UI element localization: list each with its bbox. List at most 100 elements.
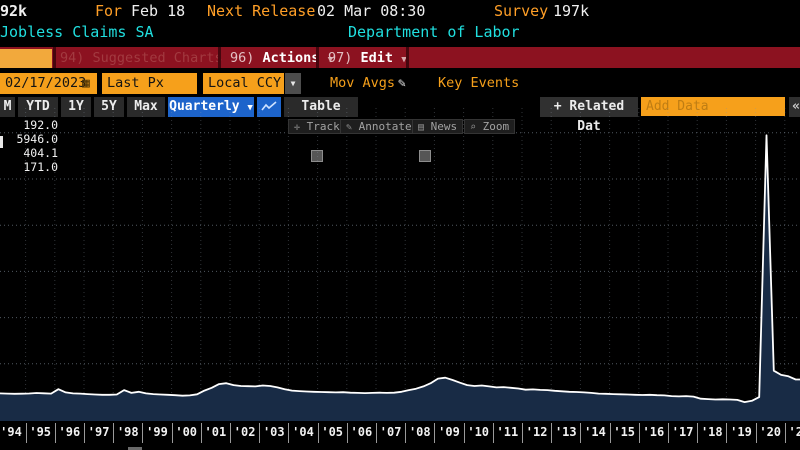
x-axis-separator <box>610 423 611 443</box>
x-axis-label: '06 <box>351 425 373 439</box>
x-axis-label: '15 <box>613 425 635 439</box>
survey-value: 197k <box>553 2 589 20</box>
x-axis-label: '18 <box>701 425 723 439</box>
key-events-label: Key Events <box>438 73 519 94</box>
stat-high: 5946.0 <box>0 132 58 146</box>
high-axis-marker <box>0 136 3 148</box>
jobless-claims-chart[interactable] <box>0 108 800 421</box>
menu-divider <box>218 47 221 68</box>
x-axis-label: '16 <box>643 425 665 439</box>
x-axis-separator <box>201 423 202 443</box>
x-axis-label: '14 <box>584 425 606 439</box>
x-axis-label: '11 <box>497 425 519 439</box>
x-axis-separator <box>785 423 786 443</box>
news-page-icon: ▤ <box>418 122 424 133</box>
date-value: 02/17/2023 <box>5 75 86 91</box>
date-input[interactable]: 02/17/2023 ▦ <box>0 73 97 94</box>
stat-last: 192.0 <box>0 118 58 132</box>
for-label: For <box>95 2 122 20</box>
header-row-2: Jobless Claims SA Department of Labor <box>0 23 800 43</box>
zoom-magnifier-icon: ⌕ <box>470 122 476 133</box>
calendar-icon[interactable]: ▦ <box>82 73 90 94</box>
track-crosshair-icon: ✛ <box>294 122 300 133</box>
x-axis-label: '08 <box>409 425 431 439</box>
price-field-value: Last Px <box>107 75 164 91</box>
zoom-button[interactable]: ⌕ Zoom <box>464 119 515 134</box>
track-button[interactable]: ✛ Track <box>288 119 346 134</box>
currency-dropdown-button[interactable]: ▼ <box>285 73 301 94</box>
news-button[interactable]: ▤ News <box>412 119 463 134</box>
actions-label: Actions <box>263 50 320 66</box>
currency-selector[interactable]: Local CCY <box>203 73 284 94</box>
x-axis-label: '10 <box>467 425 489 439</box>
x-axis-separator <box>580 423 581 443</box>
track-label: Track <box>307 120 340 133</box>
menu-divider <box>406 47 409 68</box>
x-axis-separator <box>55 423 56 443</box>
menu-divider <box>316 47 319 68</box>
x-axis-label: '95 <box>29 425 51 439</box>
x-axis-separator <box>697 423 698 443</box>
edit-menu[interactable]: 97) Edit ▼ <box>328 49 407 67</box>
x-axis-label: '19 <box>730 425 752 439</box>
x-axis-separator <box>142 423 143 443</box>
x-axis-label: '01 <box>205 425 227 439</box>
x-axis-separator <box>376 423 377 443</box>
edit-num: 97) <box>328 50 352 66</box>
line-series <box>0 135 800 402</box>
x-axis-separator <box>288 423 289 443</box>
x-axis-label: '02 <box>234 425 256 439</box>
x-axis-separator <box>522 423 523 443</box>
pencil-icon[interactable]: ✎ <box>398 73 406 94</box>
for-value: Feb 18 <box>131 2 185 20</box>
mov-avgs-label: Mov Avgs <box>330 73 395 94</box>
x-axis-separator <box>347 423 348 443</box>
x-axis-label: '09 <box>438 425 460 439</box>
x-axis-label: '12 <box>526 425 548 439</box>
x-axis-separator <box>464 423 465 443</box>
zoom-label: Zoom <box>483 120 510 133</box>
suggested-charts-menu[interactable]: 94) Suggested Charts <box>60 49 223 67</box>
annotate-button[interactable]: ✎ Annotate <box>340 119 418 134</box>
x-axis-label: '20 <box>759 425 781 439</box>
menu-divider <box>53 47 56 68</box>
x-axis-separator <box>84 423 85 443</box>
x-axis-separator <box>668 423 669 443</box>
x-axis-separator <box>493 423 494 443</box>
survey-label: Survey <box>494 2 548 20</box>
news-label: News <box>431 120 458 133</box>
stat-low: 171.0 <box>0 160 58 174</box>
ticker-value: 92k <box>0 2 27 20</box>
area-series <box>0 135 800 421</box>
x-axis-label: '99 <box>146 425 168 439</box>
x-axis-label: '94 <box>0 425 22 439</box>
controls-row: 02/17/2023 ▦ Last Px Local CCY ▼ Mov Avg… <box>0 73 800 94</box>
next-release-value: 02 Mar 08:30 <box>317 2 425 20</box>
suggested-charts-label: Suggested Charts <box>93 50 223 66</box>
x-axis: '94'95'96'97'98'99'00'01'02'03'04'05'06'… <box>0 421 800 447</box>
x-axis-label: '03 <box>263 425 285 439</box>
x-axis-separator <box>318 423 319 443</box>
x-axis-label: '96 <box>59 425 81 439</box>
x-axis-separator <box>113 423 114 443</box>
x-axis-separator <box>172 423 173 443</box>
security-name: Jobless Claims SA <box>0 23 154 41</box>
x-axis-separator <box>230 423 231 443</box>
x-axis-label: '05 <box>321 425 343 439</box>
x-axis-label: '00 <box>175 425 197 439</box>
currency-value: Local CCY <box>208 75 281 91</box>
chevron-down-icon: ▼ <box>291 79 296 88</box>
annotate-label: Annotate <box>359 120 412 133</box>
x-axis-separator <box>259 423 260 443</box>
price-field-selector[interactable]: Last Px <box>102 73 197 94</box>
x-axis-label: '04 <box>292 425 314 439</box>
x-axis-label: '97 <box>88 425 110 439</box>
annotate-pencil-icon: ✎ <box>346 122 352 133</box>
stats-panel: 192.0 5946.0 404.1 171.0 <box>0 118 58 174</box>
x-axis-separator <box>434 423 435 443</box>
menu-accent-block[interactable] <box>0 49 52 68</box>
menubar: 94) Suggested Charts 96) Actions ▼ 97) E… <box>0 47 800 70</box>
bloomberg-terminal-window: 92k For Feb 18 Next Release 02 Mar 08:30… <box>0 0 800 450</box>
actions-num: 96) <box>230 50 254 66</box>
x-axis-label: '07 <box>380 425 402 439</box>
